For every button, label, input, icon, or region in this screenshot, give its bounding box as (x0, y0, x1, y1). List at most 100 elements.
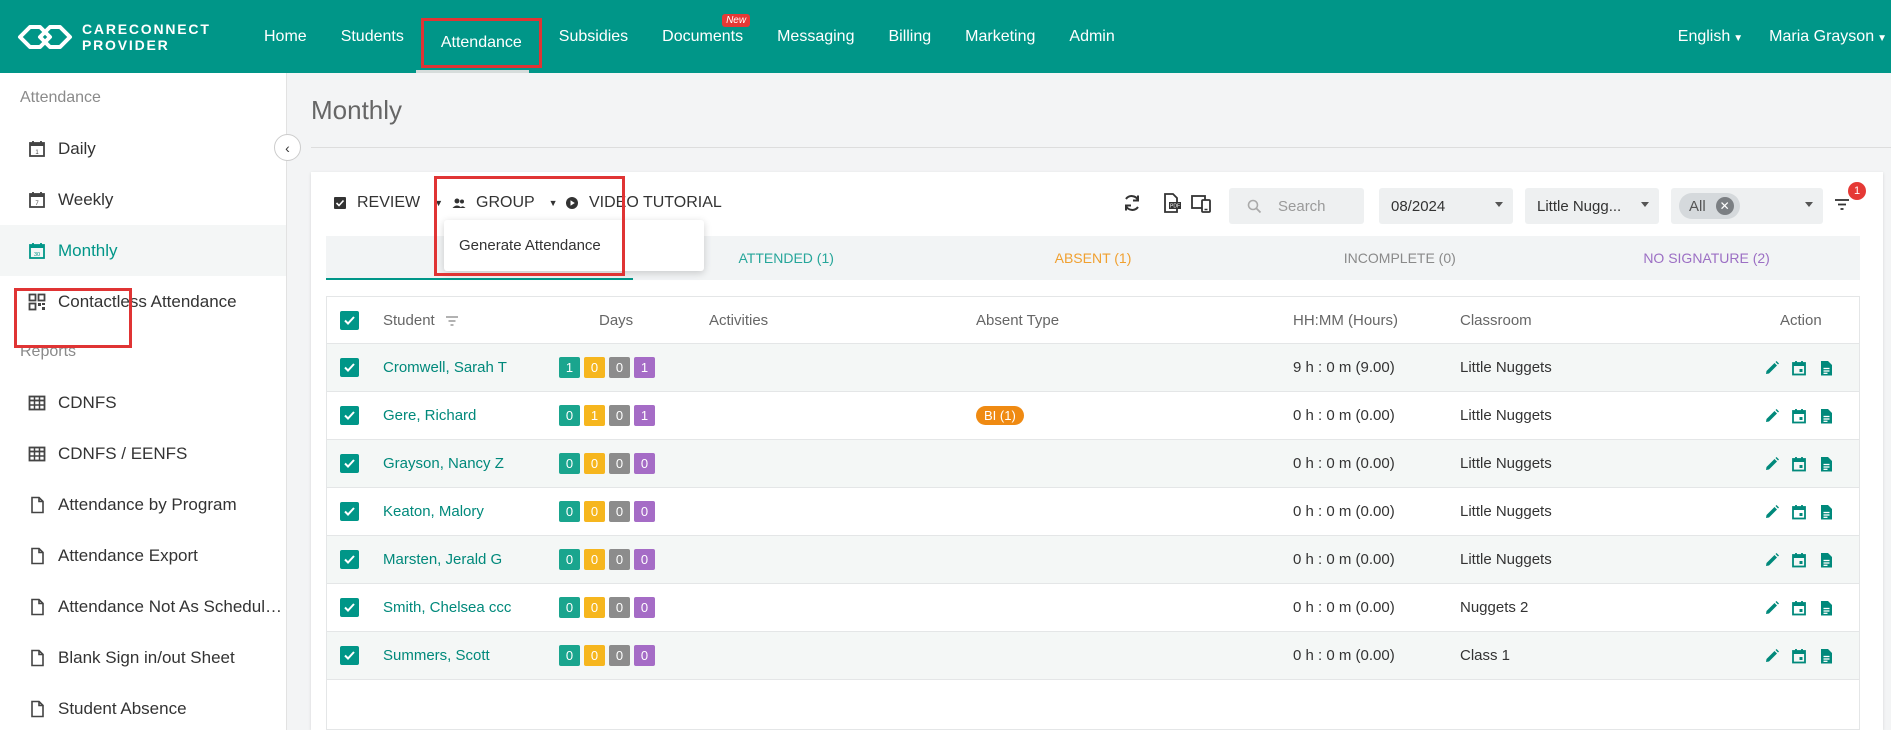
tab-incomplete[interactable]: INCOMPLETE (0) (1246, 236, 1553, 280)
dropdown-arrow-icon (1495, 202, 1503, 207)
days-counts: 0 1 0 1 (559, 405, 655, 426)
sidebar-item-attendance-by-program[interactable]: Attendance by Program (0, 479, 286, 530)
edit-pencil-icon[interactable] (1764, 648, 1780, 664)
document-report-icon[interactable] (1818, 600, 1834, 616)
nav-attendance[interactable]: Attendance (420, 18, 542, 68)
month-select[interactable]: 08/2024 (1379, 188, 1513, 224)
nav-students[interactable]: Students (324, 0, 421, 73)
search-input[interactable] (1278, 197, 1358, 215)
video-tutorial-button[interactable]: VIDEO TUTORIAL (565, 194, 722, 212)
document-report-icon[interactable] (1818, 552, 1834, 568)
calendar-icon[interactable] (1791, 600, 1807, 616)
logo-line-1: CARECONNECT (82, 21, 211, 37)
row-checkbox[interactable] (340, 646, 359, 665)
sidebar-item-attendance-export[interactable]: Attendance Export (0, 530, 286, 581)
careconnect-logo-icon (18, 25, 72, 49)
group-button[interactable]: GROUP ▼ (452, 194, 558, 212)
table-row: Smith, Chelsea ccc 0 0 0 0 0 h : 0 m (0.… (327, 584, 1859, 632)
sidebar-item-daily[interactable]: 1 Daily (0, 123, 286, 174)
clear-chip-icon[interactable]: ✕ (1715, 197, 1734, 215)
calendar-icon[interactable] (1791, 552, 1807, 568)
app-logo[interactable]: CARECONNECT PROVIDER (16, 20, 211, 54)
sidebar-item-blank-sign-sheet[interactable]: Blank Sign in/out Sheet (0, 632, 286, 683)
status-filter-select[interactable]: All ✕ (1671, 188, 1823, 224)
calendar-icon[interactable] (1791, 456, 1807, 472)
sidebar-item-contactless[interactable]: Contactless Attendance (0, 276, 286, 327)
header-action: Action (1780, 311, 1822, 329)
classroom-cell: Little Nuggets (1460, 503, 1552, 520)
document-report-icon[interactable] (1818, 504, 1834, 520)
calendar-icon[interactable] (1791, 648, 1807, 664)
filter-icon[interactable] (1833, 196, 1851, 212)
edit-pencil-icon[interactable] (1764, 456, 1780, 472)
row-checkbox[interactable] (340, 598, 359, 617)
sidebar-section-reports: Reports (20, 343, 77, 360)
edit-pencil-icon[interactable] (1764, 600, 1780, 616)
calendar-icon[interactable] (1791, 504, 1807, 520)
calendar-icon[interactable] (1791, 360, 1807, 376)
sidebar-item-attendance-not-as-scheduled[interactable]: Attendance Not As Schedul… (0, 581, 286, 632)
sidebar-item-cdnfs-eenfs[interactable]: CDNFS / EENFS (0, 428, 286, 479)
refresh-icon[interactable] (1121, 192, 1143, 214)
document-report-icon[interactable] (1818, 648, 1834, 664)
status-chip[interactable]: All ✕ (1679, 193, 1740, 219)
mobile-view-icon[interactable] (1190, 192, 1212, 214)
sidebar-item-cdnfs[interactable]: CDNFS (0, 377, 286, 428)
sidebar-item-student-absence[interactable]: Student Absence (0, 683, 286, 730)
nav-marketing[interactable]: Marketing (948, 0, 1052, 73)
table-row: Gere, Richard 0 1 0 1 BI (1) 0 h : 0 m (… (327, 392, 1859, 440)
calendar-week-icon: 7 (29, 191, 45, 208)
sidebar-item-weekly[interactable]: 7 Weekly (0, 174, 286, 225)
student-name-link[interactable]: Summers, Scott (383, 647, 490, 664)
row-checkbox[interactable] (340, 550, 359, 569)
user-menu[interactable]: Maria Grayson ▼ (1769, 28, 1887, 46)
calendar-icon[interactable] (1791, 408, 1807, 424)
table-row: Marsten, Jerald G 0 0 0 0 0 h : 0 m (0.0… (327, 536, 1859, 584)
search-field[interactable] (1229, 188, 1364, 224)
student-name-link[interactable]: Cromwell, Sarah T (383, 359, 507, 376)
classroom-select[interactable]: Little Nugg... (1525, 188, 1659, 224)
student-name-link[interactable]: Smith, Chelsea ccc (383, 599, 511, 616)
days-counts: 0 0 0 0 (559, 501, 655, 522)
edit-pencil-icon[interactable] (1764, 552, 1780, 568)
language-dropdown[interactable]: English ▼ (1678, 28, 1743, 46)
sort-filter-icon[interactable] (445, 315, 459, 327)
sidebar-item-monthly[interactable]: 30 Monthly (0, 225, 286, 276)
attended-count: 1 (559, 357, 580, 378)
student-name-link[interactable]: Gere, Richard (383, 407, 476, 424)
row-checkbox[interactable] (340, 502, 359, 521)
document-icon (31, 649, 44, 666)
document-report-icon[interactable] (1818, 408, 1834, 424)
row-actions (1764, 600, 1834, 616)
classroom-cell: Little Nuggets (1460, 359, 1552, 376)
hours-cell: 0 h : 0 m (0.00) (1293, 647, 1395, 664)
document-icon (31, 598, 44, 615)
classroom-cell: Little Nuggets (1460, 551, 1552, 568)
student-name-link[interactable]: Grayson, Nancy Z (383, 455, 504, 472)
nav-messaging[interactable]: Messaging (760, 0, 871, 73)
student-name-link[interactable]: Keaton, Malory (383, 503, 484, 520)
nav-admin[interactable]: Admin (1052, 0, 1131, 73)
row-actions (1764, 504, 1834, 520)
collapse-sidebar-button[interactable]: ‹ (274, 134, 301, 161)
student-name-link[interactable]: Marsten, Jerald G (383, 551, 502, 568)
nav-documents[interactable]: Documents New (645, 0, 760, 73)
tab-no-signature[interactable]: NO SIGNATURE (2) (1553, 236, 1860, 280)
review-button[interactable]: REVIEW ▼ (333, 194, 443, 212)
edit-pencil-icon[interactable] (1764, 504, 1780, 520)
select-all-checkbox[interactable] (340, 311, 359, 330)
nav-subsidies[interactable]: Subsidies (542, 0, 645, 73)
row-checkbox[interactable] (340, 358, 359, 377)
nav-billing[interactable]: Billing (871, 0, 948, 73)
export-pdf-icon[interactable]: PDF (1160, 192, 1182, 214)
edit-pencil-icon[interactable] (1764, 408, 1780, 424)
row-checkbox[interactable] (340, 406, 359, 425)
generate-attendance-menu-item[interactable]: Generate Attendance (444, 220, 704, 271)
tab-absent[interactable]: ABSENT (1) (940, 236, 1247, 280)
row-checkbox[interactable] (340, 454, 359, 473)
document-report-icon[interactable] (1818, 360, 1834, 376)
nav-home[interactable]: Home (247, 0, 324, 73)
document-report-icon[interactable] (1818, 456, 1834, 472)
header-student[interactable]: Student (383, 312, 459, 329)
edit-pencil-icon[interactable] (1764, 360, 1780, 376)
